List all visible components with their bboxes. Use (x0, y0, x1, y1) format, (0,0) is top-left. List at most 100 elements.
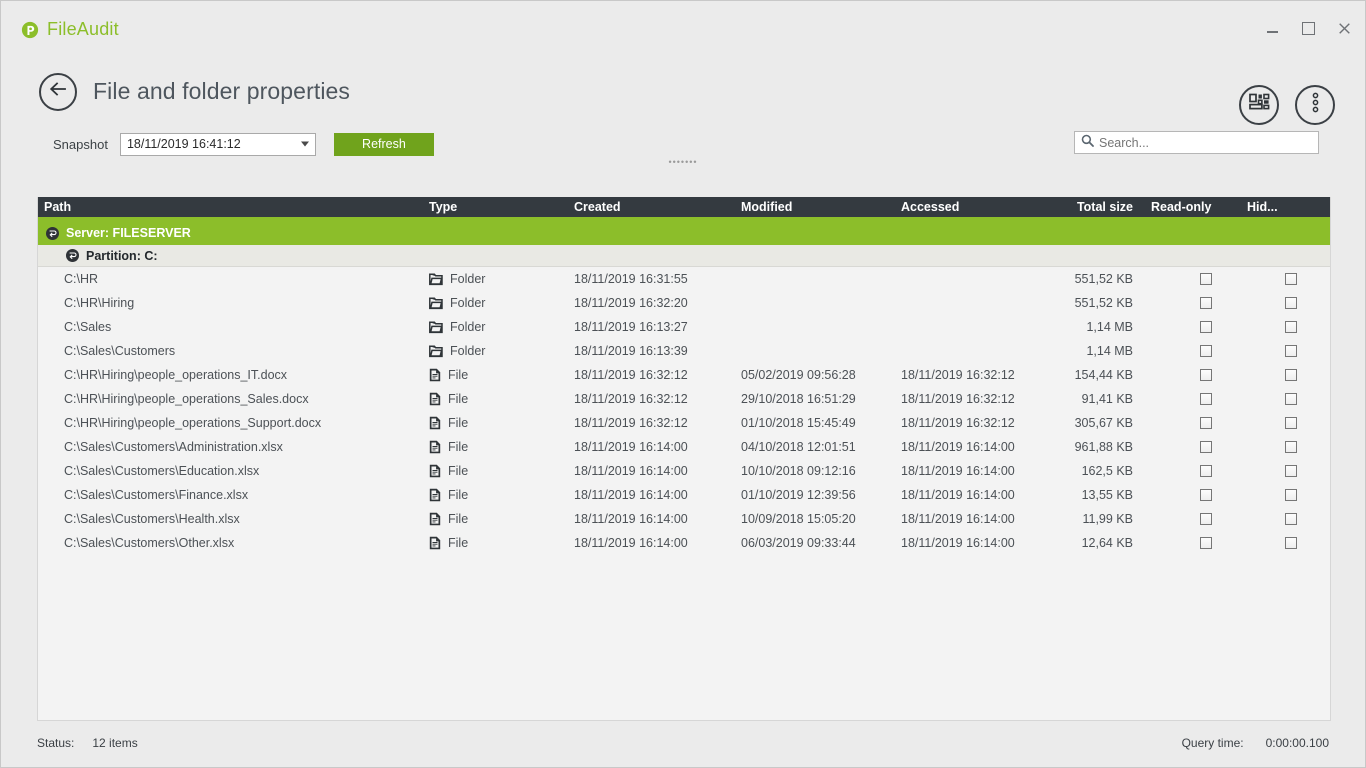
cell-type: File (448, 368, 468, 382)
folder-icon (429, 321, 443, 334)
readonly-checkbox[interactable] (1200, 465, 1212, 477)
cell-total-size: 162,5 KB (1023, 464, 1145, 478)
readonly-checkbox[interactable] (1200, 513, 1212, 525)
readonly-checkbox[interactable] (1200, 441, 1212, 453)
refresh-button[interactable]: Refresh (334, 133, 434, 156)
cell-total-size: 551,52 KB (1023, 296, 1145, 310)
arrow-left-icon (48, 79, 68, 104)
search-input[interactable] (1099, 136, 1312, 150)
column-header-type[interactable]: Type (423, 200, 568, 214)
hidden-checkbox[interactable] (1285, 537, 1297, 549)
cell-created: 18/11/2019 16:14:00 (568, 536, 735, 550)
snapshot-toolbar: Snapshot 18/11/2019 16:41:12 Refresh •••… (1, 125, 1365, 163)
cell-total-size: 961,88 KB (1023, 440, 1145, 454)
readonly-checkbox[interactable] (1200, 489, 1212, 501)
snapshot-select-value: 18/11/2019 16:41:12 (127, 137, 241, 151)
grid-rows: C:\HRFolder18/11/2019 16:31:55551,52 KBC… (38, 267, 1330, 555)
cell-total-size: 154,44 KB (1023, 368, 1145, 382)
collapse-group-icon[interactable] (66, 249, 79, 262)
hidden-checkbox[interactable] (1285, 417, 1297, 429)
hidden-checkbox[interactable] (1285, 369, 1297, 381)
column-header-total-size[interactable]: Total size (1023, 200, 1145, 214)
properties-grid: Path Type Created Modified Accessed Tota… (37, 197, 1331, 721)
table-row[interactable]: C:\Sales\Customers\Education.xlsxFile18/… (38, 459, 1330, 483)
readonly-checkbox[interactable] (1200, 417, 1212, 429)
table-row[interactable]: C:\HRFolder18/11/2019 16:31:55551,52 KB (38, 267, 1330, 291)
column-header-modified[interactable]: Modified (735, 200, 895, 214)
folder-icon (429, 345, 443, 358)
table-row[interactable]: C:\Sales\Customers\Administration.xlsxFi… (38, 435, 1330, 459)
column-header-created[interactable]: Created (568, 200, 735, 214)
column-header-path[interactable]: Path (38, 200, 423, 214)
status-bar: Status: 12 items Query time: 0:00:00.100 (37, 733, 1329, 753)
query-time-label: Query time: (1182, 736, 1244, 750)
columns-layout-button[interactable] (1239, 85, 1279, 125)
cell-created: 18/11/2019 16:32:12 (568, 392, 735, 406)
cell-total-size: 551,52 KB (1023, 272, 1145, 286)
back-button[interactable] (39, 73, 77, 111)
status-label: Status: (37, 736, 74, 750)
more-options-button[interactable] (1295, 85, 1335, 125)
cell-path: C:\Sales\Customers\Education.xlsx (38, 464, 423, 478)
cell-type: Folder (450, 272, 485, 286)
cell-accessed: 18/11/2019 16:14:00 (895, 536, 1023, 550)
group-partition-label: Partition: C: (86, 249, 158, 263)
column-header-hidden[interactable]: Hid... (1241, 200, 1329, 214)
hidden-checkbox[interactable] (1285, 441, 1297, 453)
hidden-checkbox[interactable] (1285, 393, 1297, 405)
readonly-checkbox[interactable] (1200, 345, 1212, 357)
close-button[interactable] (1333, 17, 1355, 39)
hidden-checkbox[interactable] (1285, 489, 1297, 501)
readonly-checkbox[interactable] (1200, 273, 1212, 285)
readonly-checkbox[interactable] (1200, 321, 1212, 333)
hidden-checkbox[interactable] (1285, 513, 1297, 525)
minimize-button[interactable] (1261, 17, 1283, 39)
table-row[interactable]: C:\HR\Hiring\people_operations_IT.docxFi… (38, 363, 1330, 387)
folder-icon (429, 273, 443, 286)
snapshot-select[interactable]: 18/11/2019 16:41:12 (120, 133, 316, 156)
hidden-checkbox[interactable] (1285, 273, 1297, 285)
readonly-checkbox[interactable] (1200, 393, 1212, 405)
table-row[interactable]: C:\HR\Hiring\people_operations_Support.d… (38, 411, 1330, 435)
hidden-checkbox[interactable] (1285, 465, 1297, 477)
group-row-server[interactable]: Server: FILESERVER (38, 221, 1330, 245)
window-controls (1261, 17, 1355, 39)
hidden-checkbox[interactable] (1285, 297, 1297, 309)
table-row[interactable]: C:\SalesFolder18/11/2019 16:13:271,14 MB (38, 315, 1330, 339)
cell-accessed: 18/11/2019 16:14:00 (895, 488, 1023, 502)
cell-modified: 01/10/2019 12:39:56 (735, 488, 895, 502)
cell-path: C:\Sales\Customers\Finance.xlsx (38, 488, 423, 502)
search-box[interactable] (1074, 131, 1319, 154)
maximize-button[interactable] (1297, 17, 1319, 39)
cell-created: 18/11/2019 16:14:00 (568, 440, 735, 454)
table-row[interactable]: C:\Sales\Customers\Health.xlsxFile18/11/… (38, 507, 1330, 531)
group-row-partition[interactable]: Partition: C: (38, 245, 1330, 267)
panel-resize-grip[interactable]: ••••••• (668, 159, 697, 165)
table-row[interactable]: C:\Sales\CustomersFolder18/11/2019 16:13… (38, 339, 1330, 363)
column-header-read-only[interactable]: Read-only (1145, 200, 1241, 214)
layout-grid-icon (1249, 93, 1270, 118)
table-row[interactable]: C:\Sales\Customers\Other.xlsxFile18/11/2… (38, 531, 1330, 555)
readonly-checkbox[interactable] (1200, 537, 1212, 549)
readonly-checkbox[interactable] (1200, 369, 1212, 381)
cell-accessed: 18/11/2019 16:14:00 (895, 512, 1023, 526)
table-row[interactable]: C:\HR\Hiring\people_operations_Sales.doc… (38, 387, 1330, 411)
cell-total-size: 1,14 MB (1023, 320, 1145, 334)
file-icon (429, 512, 441, 526)
cell-created: 18/11/2019 16:14:00 (568, 488, 735, 502)
table-row[interactable]: C:\HR\HiringFolder18/11/2019 16:32:20551… (38, 291, 1330, 315)
page-header: File and folder properties (1, 58, 1365, 125)
cell-total-size: 11,99 KB (1023, 512, 1145, 526)
table-row[interactable]: C:\Sales\Customers\Finance.xlsxFile18/11… (38, 483, 1330, 507)
file-icon (429, 488, 441, 502)
readonly-checkbox[interactable] (1200, 297, 1212, 309)
collapse-group-icon[interactable] (46, 227, 59, 240)
file-icon (429, 368, 441, 382)
folder-icon (429, 297, 443, 310)
hidden-checkbox[interactable] (1285, 345, 1297, 357)
cell-total-size: 13,55 KB (1023, 488, 1145, 502)
cell-accessed: 18/11/2019 16:14:00 (895, 464, 1023, 478)
column-header-accessed[interactable]: Accessed (895, 200, 1023, 214)
hidden-checkbox[interactable] (1285, 321, 1297, 333)
title-bar: FileAudit (1, 1, 1365, 58)
